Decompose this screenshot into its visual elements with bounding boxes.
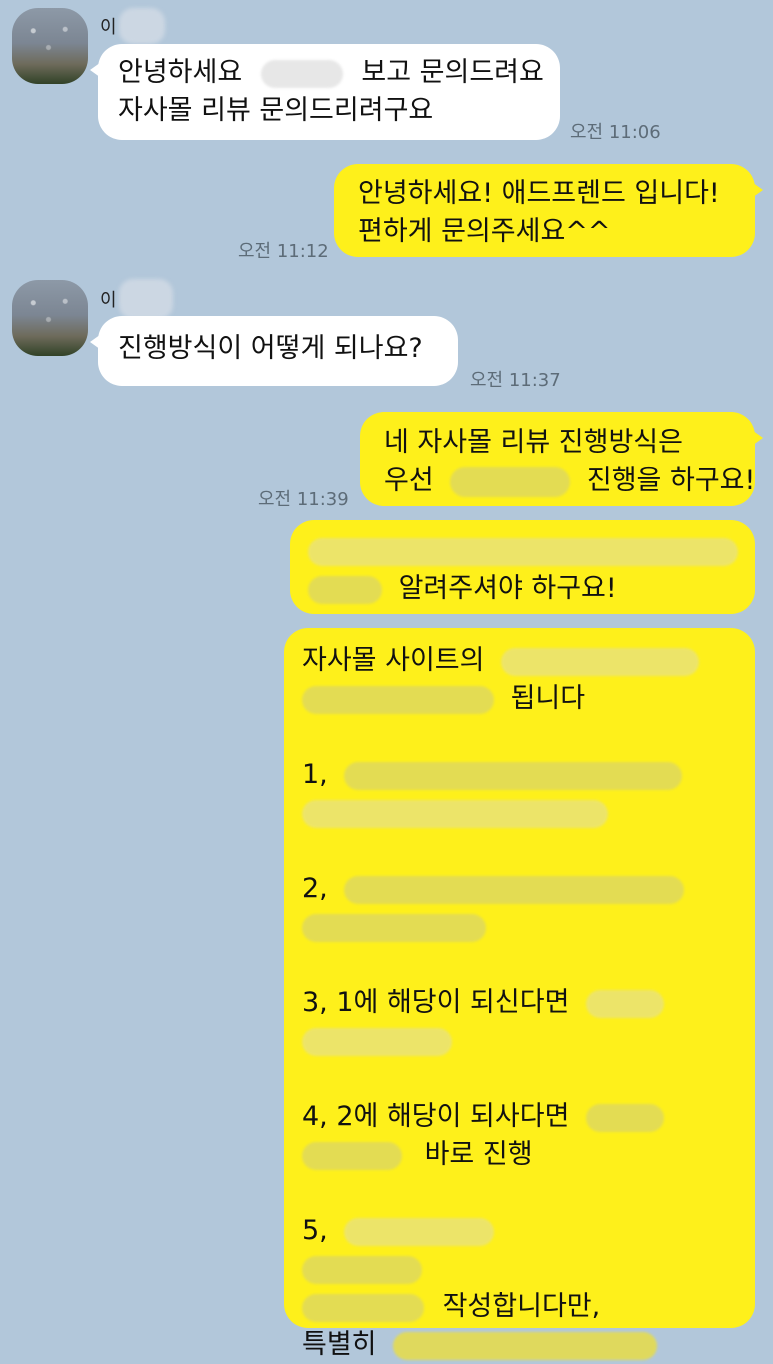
message-text-segment: 우선	[384, 465, 434, 496]
message-time: 오전 11:12	[238, 241, 329, 262]
message-bubble-incoming[interactable]: 안녕하세요 보고 문의드려요 자사몰 리뷰 문의드리려구요	[90, 44, 560, 140]
message-line: 자사몰 사이트의	[302, 642, 737, 680]
message-line: 안녕하세요 보고 문의드려요	[118, 54, 544, 92]
message-text-segment: 바로 진행	[424, 1139, 533, 1170]
message-line: 우선 진행을 하구요!	[384, 462, 755, 500]
message-line	[308, 532, 738, 570]
sender-name-visible: 이	[100, 290, 117, 311]
sender-name-redaction	[118, 8, 165, 44]
message-text-segment: 작성합니다만,	[442, 1291, 601, 1322]
message-line	[302, 1250, 737, 1288]
sender-name-visible: 이	[100, 17, 117, 38]
message-line: 됩니다	[302, 680, 737, 718]
redacted-text	[393, 1331, 658, 1360]
redacted-text	[302, 685, 494, 714]
avatar[interactable]	[12, 280, 88, 356]
sender-name: 이	[100, 279, 173, 319]
message-text: 알려주셔야 하구요!	[398, 573, 617, 604]
message-line: 특별히	[302, 1326, 737, 1364]
redacted-text	[501, 647, 700, 676]
message-time: 오전 11:37	[470, 370, 561, 391]
message-text: 네 자사몰 리뷰 진행방식은	[384, 427, 683, 458]
message-line: 안녕하세요! 애드프렌드 입니다!	[358, 175, 735, 213]
redacted-text	[302, 1141, 402, 1170]
message-text-segment: 특별히	[302, 1329, 377, 1360]
redacted-text	[586, 989, 664, 1018]
message-line: 진행방식이 어떻게 되나요?	[118, 330, 438, 368]
message-text-segment: 됩니다	[510, 683, 586, 714]
redacted-text	[302, 799, 608, 828]
message-text-segment: 4, 2에 해당이 되사다면	[302, 1101, 570, 1132]
message-line: 4, 2에 해당이 되사다면	[302, 1098, 737, 1136]
redacted-text	[308, 537, 738, 566]
sender-name: 이	[100, 8, 165, 44]
message-line: 자사몰 리뷰 문의드리려구요	[118, 92, 540, 130]
message-bubble-outgoing[interactable]: 알려주셔야 하구요!	[290, 520, 755, 614]
message-text-segment: 1,	[302, 759, 328, 790]
message-bubble-outgoing[interactable]: 안녕하세요! 애드프렌드 입니다! 편하게 문의주세요^^	[334, 164, 763, 257]
message-text: 자사몰 리뷰 문의드리려구요	[118, 95, 434, 126]
message-text: 진행방식이 어떻게 되나요?	[118, 333, 423, 364]
avatar[interactable]	[12, 8, 88, 84]
message-line	[302, 1022, 737, 1060]
message-line: 작성합니다만,	[302, 1288, 737, 1326]
redacted-text	[586, 1103, 664, 1132]
message-bubble-outgoing[interactable]: 자사몰 사이트의 됩니다 1, 2, 3, 1에 해당이 되신다면 4, 2에 …	[284, 628, 755, 1360]
message-text-segment: 진행을 하구요!	[586, 465, 756, 496]
redacted-text	[308, 575, 382, 604]
message-line: 편하게 문의주세요^^	[358, 213, 735, 251]
message-text-segment: 2,	[302, 873, 328, 904]
redacted-text	[344, 875, 685, 904]
message-line	[302, 794, 737, 832]
redacted-text	[302, 1293, 424, 1322]
redacted-text	[260, 59, 343, 88]
message-bubble-incoming[interactable]: 진행방식이 어떻게 되나요?	[90, 316, 458, 386]
message-bubble-outgoing[interactable]: 네 자사몰 리뷰 진행방식은 우선 진행을 하구요!	[360, 412, 763, 506]
message-text-segment: 3, 1에 해당이 되신다면	[302, 987, 570, 1018]
message-line: 5,	[302, 1212, 737, 1250]
redacted-text	[450, 466, 571, 497]
message-line: 3, 1에 해당이 되신다면	[302, 984, 737, 1022]
redacted-text	[302, 1255, 422, 1284]
message-text-segment: 안녕하세요	[118, 57, 243, 88]
message-line: 알려주셔야 하구요!	[308, 570, 735, 608]
message-line: 네 자사몰 리뷰 진행방식은	[384, 424, 735, 462]
redacted-text	[344, 761, 683, 790]
message-text-segment: 5,	[302, 1215, 328, 1246]
message-text-segment: 자사몰 사이트의	[302, 645, 485, 676]
message-line: 1,	[302, 756, 737, 794]
message-line: 2,	[302, 870, 737, 908]
sender-name-redaction	[118, 279, 173, 319]
redacted-text	[302, 1027, 452, 1056]
redacted-text	[302, 913, 486, 942]
message-time: 오전 11:06	[570, 122, 661, 143]
message-text: 편하게 문의주세요^^	[358, 216, 611, 247]
message-time: 오전 11:39	[258, 489, 349, 510]
message-line: 바로 진행	[302, 1136, 737, 1174]
message-text-segment: 보고 문의드려요	[361, 57, 544, 88]
redacted-text	[344, 1217, 495, 1246]
message-text: 안녕하세요! 애드프렌드 입니다!	[358, 178, 720, 209]
message-line	[302, 908, 737, 946]
